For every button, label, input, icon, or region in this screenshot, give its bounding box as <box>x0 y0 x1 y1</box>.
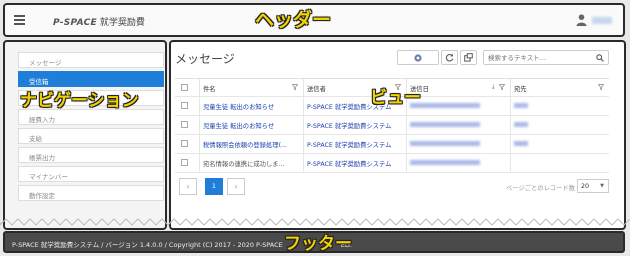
column-label-subject: 件名 <box>203 86 216 93</box>
column-header-sent-date[interactable]: 送信日 ↓ <box>406 79 510 96</box>
subject-cell[interactable]: 児童生徒 転出のお知らせ <box>199 116 303 134</box>
table-row[interactable]: 宛名情報の連携に成功しま... P-SPACE 就学奨励費システム <box>175 154 609 173</box>
user-icon[interactable] <box>576 14 587 26</box>
nav-item-payment[interactable]: 支給 <box>18 128 164 144</box>
search-icon[interactable] <box>596 54 604 62</box>
logo-brand: P-SPACE <box>53 18 97 28</box>
search-box[interactable] <box>483 50 609 65</box>
sender-cell[interactable]: P-SPACE 就学奨励費システム <box>303 154 406 172</box>
page-number-button[interactable]: 1 <box>205 178 223 195</box>
nav-item-inbox[interactable]: 受信箱 <box>18 71 164 87</box>
pagination-bar: ‹ 1 › ページごとのレコード数 20 ▼ <box>175 178 609 196</box>
nav-item-mynumber[interactable]: マイナンバー <box>18 166 164 182</box>
recipient-cell <box>510 97 609 115</box>
header-callout-label: ヘッダー <box>255 9 332 31</box>
recipient-cell <box>510 116 609 134</box>
refresh-icon <box>445 53 454 62</box>
navigation-panel: メッセージ 受信箱 経費入力 支給 帳票出力 マイナンバー 動作設定 <box>3 40 167 230</box>
view-panel: メッセージ 件名 送信者 <box>169 40 626 230</box>
table-row[interactable]: 税情報照会依頼の登録処理(... P-SPACE 就学奨励費システム <box>175 135 609 154</box>
nav-item-expense-input[interactable]: 経費入力 <box>18 109 164 125</box>
column-header-subject[interactable]: 件名 <box>199 79 303 96</box>
recipient-cell <box>510 135 609 153</box>
row-select-cell <box>175 116 199 134</box>
sort-desc-icon[interactable]: ↓ <box>491 83 496 91</box>
sender-cell[interactable]: P-SPACE 就学奨励費システム <box>303 135 406 153</box>
header-select-all-cell <box>175 79 199 96</box>
subject-cell[interactable]: 宛名情報の連携に成功しま... <box>199 154 303 172</box>
row-select-cell <box>175 154 199 172</box>
refresh-button[interactable] <box>441 50 458 65</box>
nav-item-settings[interactable]: 動作設定 <box>18 185 164 201</box>
logo-text: 就学奨励費 <box>99 18 145 28</box>
nav-item-message[interactable]: メッセージ <box>18 52 164 68</box>
page-size-label: ページごとのレコード数 <box>505 185 575 192</box>
row-checkbox[interactable] <box>181 102 188 109</box>
page-size-value: 20 <box>581 183 590 190</box>
subject-cell[interactable]: 税情報照会依頼の登録処理(... <box>199 135 303 153</box>
hamburger-menu-icon[interactable] <box>14 15 25 25</box>
open-window-icon <box>464 53 473 62</box>
filter-icon[interactable] <box>499 84 505 90</box>
column-header-recipient[interactable]: 宛先 <box>510 79 609 96</box>
footer-text: P-SPACE 就学奨励費システム / バージョン 1.4.0.0 / Copy… <box>12 241 283 249</box>
table-row[interactable]: 児童生徒 転出のお知らせ P-SPACE 就学奨励費システム <box>175 116 609 135</box>
chevron-down-icon: ▼ <box>600 183 604 189</box>
footer-callout-label: フッター <box>284 234 352 254</box>
page-size-select[interactable]: 20 ▼ <box>577 179 609 193</box>
view-callout-label: ビュー <box>370 88 421 108</box>
select-all-checkbox[interactable] <box>181 84 188 91</box>
row-select-cell <box>175 97 199 115</box>
recipient-cell <box>510 154 609 172</box>
nav-item-report-output[interactable]: 帳票出力 <box>18 147 164 163</box>
user-name-blurred[interactable] <box>592 17 612 24</box>
row-checkbox[interactable] <box>181 121 188 128</box>
row-select-cell <box>175 135 199 153</box>
row-checkbox[interactable] <box>181 140 188 147</box>
sent-date-cell <box>406 154 510 172</box>
torn-edge-divider <box>0 218 630 226</box>
column-label-sender: 送信者 <box>307 86 326 93</box>
filter-icon[interactable] <box>292 84 298 90</box>
subject-cell[interactable]: 児童生徒 転出のお知らせ <box>199 97 303 115</box>
sent-date-cell <box>406 116 510 134</box>
sent-date-cell <box>406 97 510 115</box>
row-checkbox[interactable] <box>181 159 188 166</box>
prev-page-button[interactable]: ‹ <box>179 178 197 195</box>
open-window-button[interactable] <box>460 50 477 65</box>
compose-icon <box>414 54 422 62</box>
page-title: メッセージ <box>175 52 235 66</box>
navigation-callout-label: ナビゲーション <box>20 91 139 111</box>
sent-date-cell <box>406 135 510 153</box>
next-page-button[interactable]: › <box>227 178 245 195</box>
sender-cell[interactable]: P-SPACE 就学奨励費システム <box>303 116 406 134</box>
app-logo[interactable]: P-SPACE 就学奨励費 <box>53 15 145 28</box>
column-label-recipient: 宛先 <box>514 86 527 93</box>
search-input[interactable] <box>488 54 588 62</box>
compose-button[interactable] <box>397 50 439 65</box>
filter-icon[interactable] <box>598 84 604 90</box>
